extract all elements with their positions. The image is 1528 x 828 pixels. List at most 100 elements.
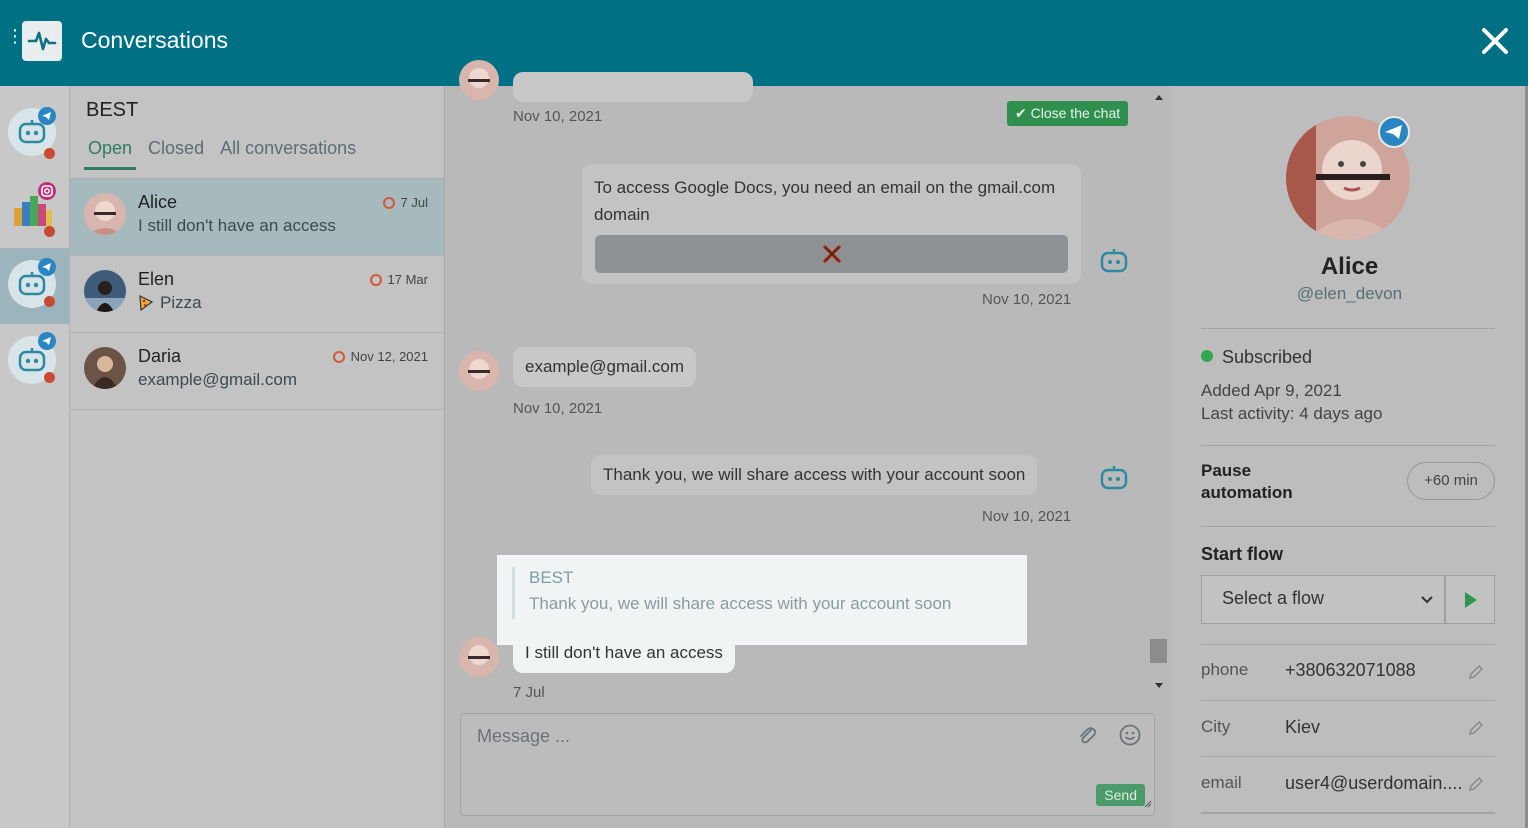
message-bubble: example@gmail.com: [513, 347, 696, 387]
flow-select[interactable]: Select a flow: [1201, 575, 1445, 624]
field-value: Kiev: [1285, 717, 1321, 737]
avatar: [459, 637, 499, 677]
status-dot: [1201, 350, 1213, 362]
unread-dot: [44, 148, 55, 159]
unread-ring-icon: [382, 196, 395, 209]
channel-item[interactable]: [0, 324, 69, 400]
message-date: 7 Jul: [513, 684, 545, 698]
pizza-icon: [139, 294, 154, 312]
scrollbar[interactable]: [1149, 94, 1169, 694]
instagram-icon: [38, 182, 56, 200]
start-flow-label: Start flow: [1201, 544, 1284, 564]
conversation-date: Nov 12, 2021: [332, 349, 428, 364]
contact-handle: @elen_devon: [1296, 284, 1403, 303]
message-date: Nov 10, 2021: [982, 291, 1072, 308]
message-text: example@gmail.com: [525, 357, 684, 376]
divider: [1201, 700, 1495, 701]
added-date: Added Apr 9, 2021: [1201, 381, 1342, 400]
app-logo-icon: [22, 21, 62, 61]
broken-image-icon: [822, 245, 841, 263]
telegram-icon: [38, 332, 56, 350]
start-flow-button[interactable]: [1445, 575, 1495, 624]
conversation-list: BEST Open Closed All conversations Alice…: [70, 86, 445, 828]
contact-name: Alice: [138, 192, 178, 212]
channel-item[interactable]: [0, 96, 69, 172]
close-chat-button[interactable]: ✔ Close the chat: [1007, 101, 1129, 126]
message-input[interactable]: Message ...: [477, 726, 570, 747]
chat-panel: Nov 10, 2021 ✔ Close the chat To access …: [445, 60, 1171, 828]
avatar: [459, 351, 499, 391]
quote-author: BEST: [529, 568, 574, 587]
date-text: Nov 12, 2021: [350, 349, 428, 364]
divider: [1201, 644, 1495, 645]
unread-ring-icon: [369, 273, 382, 286]
last-message: I still don't have an access: [138, 216, 336, 235]
account-name: BEST: [86, 99, 139, 121]
telegram-icon: [1378, 116, 1410, 148]
divider: [1201, 526, 1495, 527]
quote-text: Thank you, we will share access with you…: [529, 594, 952, 613]
pencil-icon[interactable]: [1467, 663, 1485, 681]
avatar: [84, 347, 126, 389]
divider: [1201, 812, 1495, 814]
paperclip-icon[interactable]: [1075, 724, 1099, 753]
divider: [1201, 756, 1495, 757]
field-key: City: [1201, 717, 1231, 736]
emoji-icon[interactable]: [1118, 723, 1142, 752]
conversation-date: 17 Mar: [369, 272, 428, 287]
channel-item[interactable]: [0, 172, 69, 248]
conversation-item[interactable]: Alice I still don't have an access 7 Jul: [70, 179, 444, 256]
tab-all-conversations[interactable]: All conversations: [216, 138, 360, 170]
divider: [1201, 445, 1495, 446]
unread-dot: [44, 296, 55, 307]
telegram-icon: [38, 107, 56, 125]
last-message: Pizza: [160, 293, 202, 312]
broken-image: [595, 235, 1068, 273]
flow-select-value: Select a flow: [1222, 588, 1325, 608]
message-composer[interactable]: Message ... Send: [460, 713, 1155, 816]
avatar: [84, 270, 126, 312]
send-button[interactable]: Send: [1096, 784, 1145, 806]
date-text: 7 Jul: [400, 195, 428, 210]
close-icon[interactable]: [1480, 24, 1510, 58]
play-icon: [1465, 592, 1477, 608]
last-message: example@gmail.com: [138, 370, 297, 389]
message-bubble: To access Google Docs, you need an email…: [582, 164, 1081, 284]
message-bubble: [513, 72, 753, 102]
pencil-icon[interactable]: [1467, 719, 1485, 737]
field-value: +380632071088: [1285, 660, 1416, 680]
quote-bar: [512, 567, 515, 619]
message-date: Nov 10, 2021: [513, 108, 603, 125]
divider: [1201, 328, 1495, 329]
channel-rail: [0, 86, 70, 828]
contact-name: Alice: [1320, 253, 1379, 280]
close-chat-label: Close the chat: [1030, 105, 1121, 121]
tab-open[interactable]: Open: [84, 138, 137, 170]
field-value: user4@userdomain....: [1285, 773, 1463, 793]
field-key: phone: [1201, 660, 1249, 679]
pause-60-button[interactable]: +60 min: [1407, 462, 1495, 500]
avatar: [84, 193, 126, 235]
conversation-item[interactable]: Daria example@gmail.com Nov 12, 2021: [70, 333, 444, 410]
unread-dot: [44, 226, 55, 237]
bot-icon: [1099, 246, 1129, 276]
unread-ring-icon: [332, 350, 345, 363]
message-date: Nov 10, 2021: [982, 508, 1072, 525]
tab-closed[interactable]: Closed: [144, 138, 208, 170]
pencil-icon[interactable]: [1467, 775, 1485, 793]
field-key: email: [1201, 773, 1242, 792]
status-badge: Subscribed: [1222, 347, 1313, 367]
message-text: I still don't have an access: [525, 643, 723, 662]
menu-dots-icon[interactable]: ⋮: [6, 27, 24, 45]
avatar: [459, 60, 499, 100]
message-text: To access Google Docs, you need an email…: [594, 178, 1056, 224]
last-message-row: Pizza: [138, 293, 202, 313]
unread-dot: [44, 372, 55, 383]
conversation-item[interactable]: Elen Pizza 17 Mar: [70, 256, 444, 333]
message-text: Thank you, we will share access with you…: [603, 465, 1026, 484]
resize-handle-icon[interactable]: [1142, 795, 1152, 813]
message-bubble: I still don't have an access: [513, 633, 735, 673]
reply-quote: BEST Thank you, we will share access wit…: [497, 555, 1027, 645]
channel-item[interactable]: [0, 248, 69, 324]
message-bubble: Thank you, we will share access with you…: [591, 455, 1038, 495]
